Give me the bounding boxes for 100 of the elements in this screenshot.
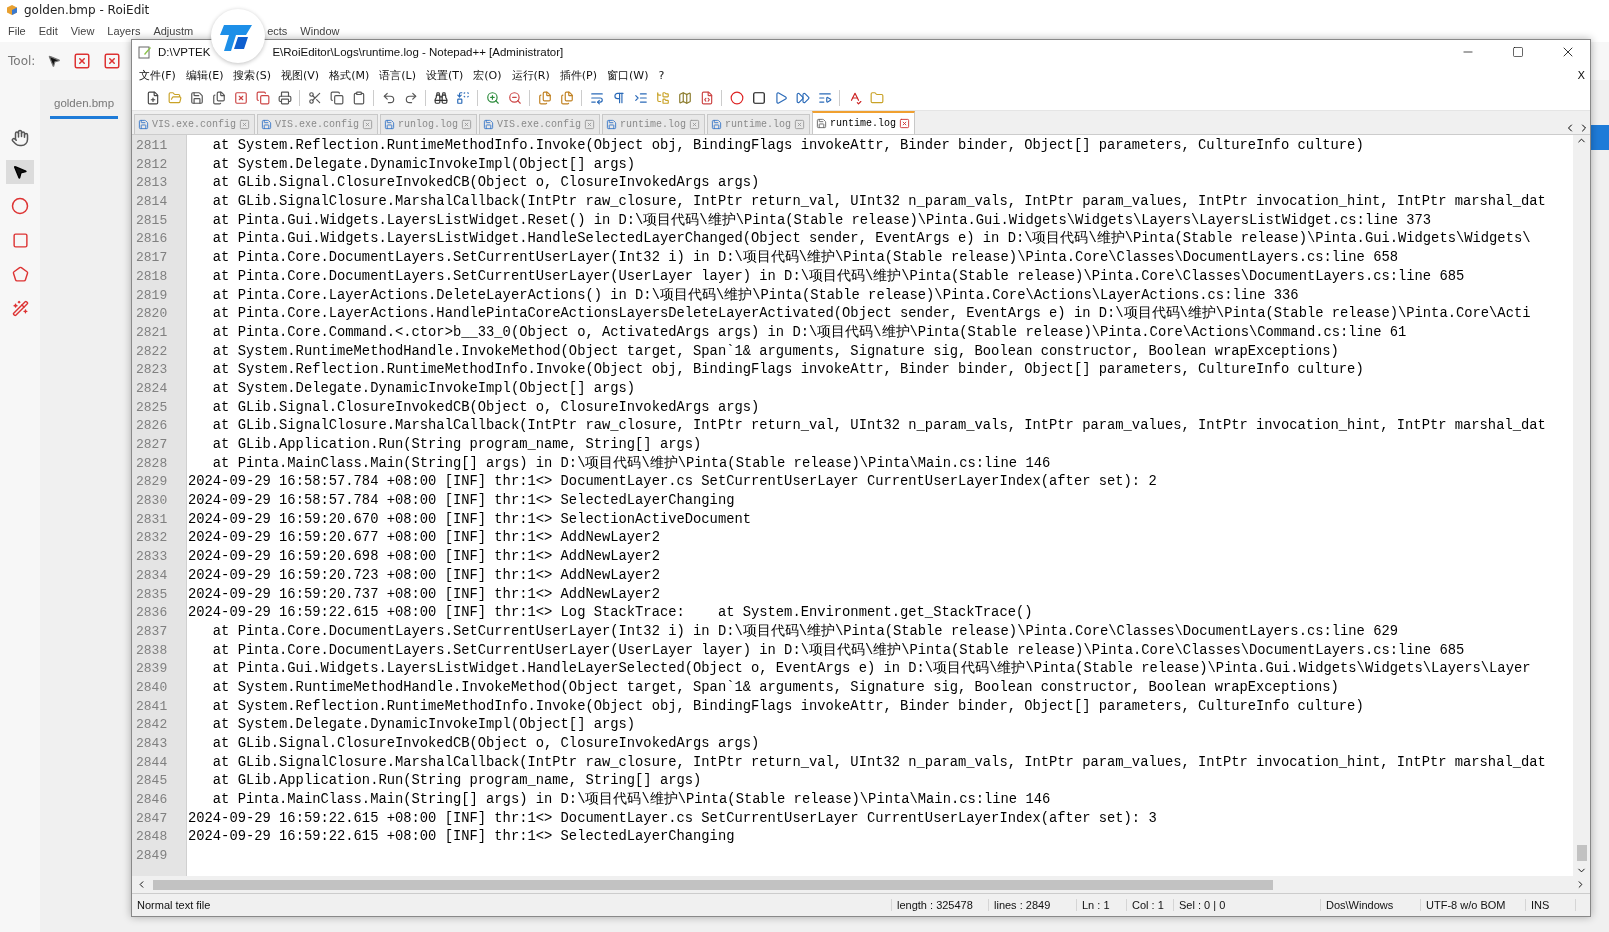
code-line: at Pinta.Gui.Widgets.LayersListWidget.HandleSelectedLayerChanged(Object sender, EventArgs e) in D:\项目代码\维护\Pinta(Stable release)\Pinta.Gui.Widgets\Widgets\ — [212, 231, 1531, 247]
pointer-icon[interactable] — [47, 54, 62, 68]
line-number: 2818 — [135, 267, 169, 286]
menu-item[interactable]: Edit — [38, 25, 58, 37]
select-tool[interactable] — [6, 160, 34, 184]
code-line: at System.Delegate.DynamicInvokeImpl(Object[] args) — [212, 717, 636, 733]
scrollbar-thumb[interactable] — [1576, 845, 1587, 861]
line-number: 2813 — [135, 174, 169, 193]
code-line: at GLib.Application.Run(String program_name, String[] args) — [212, 773, 702, 789]
line-number: 2814 — [135, 193, 169, 212]
menu-item[interactable]: 运行(R) — [506, 65, 555, 85]
line-number: 2847 — [135, 809, 169, 828]
code-line: at Pinta.MainClass.Main(String[] args) in D:\项目代码\维护\Pinta(Stable release)\Pinta\Main.cs:line 146 — [212, 455, 1051, 471]
menu-item[interactable]: 编辑(E) — [180, 65, 229, 85]
code-line: at GLib.Application.Run(String program_name, String[] args) — [212, 437, 702, 452]
code-line: at GLib.Signal.ClosureInvokedCB(Object o, ClosureInvokedArgs args) — [212, 736, 760, 751]
code-line: at GLib.Signal.ClosureInvokedCB(Object o, ClosureInvokedArgs args) — [212, 399, 760, 415]
saved-file-icon — [483, 119, 495, 130]
line-number: 2840 — [135, 678, 169, 697]
line-number: 2835 — [135, 585, 169, 604]
line-number: 2819 — [135, 286, 169, 305]
code-line: 2024-09-29 16:59:22.615 +08:00 [INF] thr:1<> DocumentLayer.cs SetCurrentUserLayer CurrentUserLayerIndex(after set): 3 — [188, 810, 1157, 826]
window-title: golden.bmp - RoiEdit — [24, 3, 150, 17]
close-file-icon — [233, 91, 248, 105]
menu-item[interactable]: Adjustm — [153, 25, 194, 37]
line-number: 2843 — [135, 735, 169, 753]
menu-item[interactable]: 窗口(W) — [601, 65, 654, 85]
window-title: E\RoiEditor\Logs\runtime.log - Notepad++ [Administrator] — [272, 46, 564, 58]
print-icon — [277, 91, 292, 105]
code-line: at GLib.Signal.ClosureInvokedCB(Object o, ClosureInvokedArgs args) — [212, 175, 760, 191]
notepad-icon — [138, 45, 152, 59]
tab-close-button[interactable] — [899, 117, 912, 130]
menu-item[interactable]: ? — [653, 65, 670, 85]
show-symbols-icon — [611, 91, 626, 105]
code-line: 2024-09-29 16:59:20.670 +08:00 [INF] thr:1<> SelectionActiveDocument — [188, 511, 751, 527]
menu-item[interactable]: 语言(L) — [374, 65, 421, 85]
file-type: Normal text file — [132, 899, 892, 911]
undo-icon — [381, 91, 396, 105]
record-macro-icon — [729, 91, 744, 105]
line-number: 2815 — [135, 211, 169, 230]
menu-item[interactable]: 搜索(S) — [228, 65, 277, 85]
redo-icon — [403, 91, 418, 105]
scrollbar-thumb[interactable] — [153, 879, 1273, 890]
hand-icon — [11, 129, 29, 147]
saved-file-icon — [606, 119, 618, 130]
magic-wand-icon — [11, 299, 29, 317]
delete-icon[interactable] — [73, 52, 92, 70]
tool-label: Tool: — [8, 54, 36, 68]
saved-file-icon — [261, 119, 272, 130]
line-number: 2837 — [135, 622, 169, 641]
code-line: at Pinta.Core.DocumentLayers.SetCurrentUserLayer(Int32 i) in D:\项目代码\维护\Pinta(Stable release)\Pinta.Core\Classes\DocumentLayers.cs:line 629 — [212, 623, 1398, 639]
line-position: Ln : 1 — [1077, 899, 1127, 911]
saved-file-icon — [138, 119, 149, 130]
code-line: 2024-09-29 16:59:20.677 +08:00 [INF] thr:1<> AddNewLayer2 — [188, 530, 660, 546]
document-tab[interactable]: golden.bmp — [50, 90, 119, 119]
word-wrap-icon — [589, 91, 604, 105]
menu-item[interactable]: 宏(O) — [468, 65, 507, 85]
code-line: 2024-09-29 16:58:57.784 +08:00 [INF] thr:1<> DocumentLayer.cs SetCurrentUserLayer CurrentUserLayerIndex(after set): 2 — [188, 474, 1157, 490]
new-file-icon — [145, 91, 160, 105]
menu-item[interactable]: 文件(F) — [134, 65, 181, 85]
line-number: 2817 — [135, 249, 169, 268]
line-number: 2823 — [135, 361, 169, 380]
zoom-out-icon — [507, 91, 522, 105]
folder-tree-icon — [655, 91, 670, 105]
menu-item[interactable]: Layers — [107, 25, 141, 37]
code-line: at System.RuntimeMethodHandle.InvokeMethod(Object target, Span`1& arguments, Signature sig, Boolean constructor, Boolean wrapExceptions) — [212, 679, 1339, 695]
code-line: at Pinta.MainClass.Main(String[] args) in D:\项目代码\维护\Pinta(Stable release)\Pinta\Main.cs:line 146 — [212, 792, 1051, 808]
line-number: 2821 — [135, 323, 169, 342]
cut-icon — [307, 91, 322, 105]
line-number: 2825 — [135, 398, 169, 417]
close-document-button[interactable]: X — [1572, 65, 1590, 85]
code-line: at Pinta.Core.LayerActions.HandlePintaCoreActionsLayersDeleteLayerActivated(Object sender, EventArgs e) in D:\项目代码\维护\Pinta(Stable release)\Pinta.Core\Acti — [212, 306, 1531, 322]
encoding: UTF-8 w/o BOM — [1421, 899, 1526, 911]
line-number: 2811 — [135, 137, 169, 155]
file-tab[interactable]: runtime.log — [812, 111, 916, 134]
code-line: at Pinta.Core.DocumentLayers.SetCurrentUserLayer(UserLayer layer) in D:\项目代码\维护\Pinta(Stable release)\Pinta.Core\Classes\DocumentLayers.cs:line 685 — [212, 268, 1465, 284]
line-count: lines : 2849 — [989, 899, 1077, 911]
menu-item[interactable]: View — [70, 25, 95, 37]
code-line: at Pinta.Gui.Widgets.LayersListWidget.Reset() in D:\项目代码\维护\Pinta(Stable release)\Pinta.Gui.Widgets\Widgets\Layers\LayersListWidget.cs:line 373 — [212, 212, 1432, 228]
horizontal-scrollbar[interactable] — [132, 876, 1590, 893]
line-number: 2812 — [135, 155, 169, 174]
line-number: 2827 — [135, 436, 169, 454]
menu-item[interactable]: 视图(V) — [276, 65, 325, 85]
vertical-scrollbar[interactable] — [1573, 135, 1590, 876]
menu-item[interactable]: 格式(M) — [324, 65, 375, 85]
menu-item[interactable]: File — [8, 25, 26, 37]
length-count: length : 325478 — [892, 899, 989, 911]
line-number: 2848 — [135, 828, 169, 847]
delete-icon[interactable] — [103, 52, 122, 70]
close-icon — [362, 118, 374, 130]
code-line: at Pinta.Core.Command.<.ctor>b__33_0(Object o, ActivatedArgs args) in D:\项目代码\维护\Pinta(Stable release)\Pinta.Core\Actions\Command.cs:line 61 — [212, 324, 1407, 340]
menu-item[interactable]: 插件(P) — [554, 65, 602, 85]
pointer-icon — [12, 164, 28, 180]
line-number: 2822 — [135, 342, 169, 361]
menu-item[interactable]: ects — [267, 25, 288, 37]
menu-item[interactable]: 设置(T) — [420, 65, 469, 85]
code-line: at Pinta.Core.DocumentLayers.SetCurrentUserLayer(Int32 i) in D:\项目代码\维护\Pinta(Stable release)\Pinta.Core\Classes\DocumentLayers.cs:line 658 — [212, 250, 1398, 266]
close-icon — [899, 117, 911, 129]
code-line: at GLib.SignalClosure.MarshalCallback(IntPtr raw_closure, IntPtr return_val, UInt32 n_param_vals, IntPtr param_values, IntPtr invocation_hint, IntPtr marshal_dat — [212, 754, 1546, 770]
menu-item[interactable]: Window — [300, 25, 340, 37]
